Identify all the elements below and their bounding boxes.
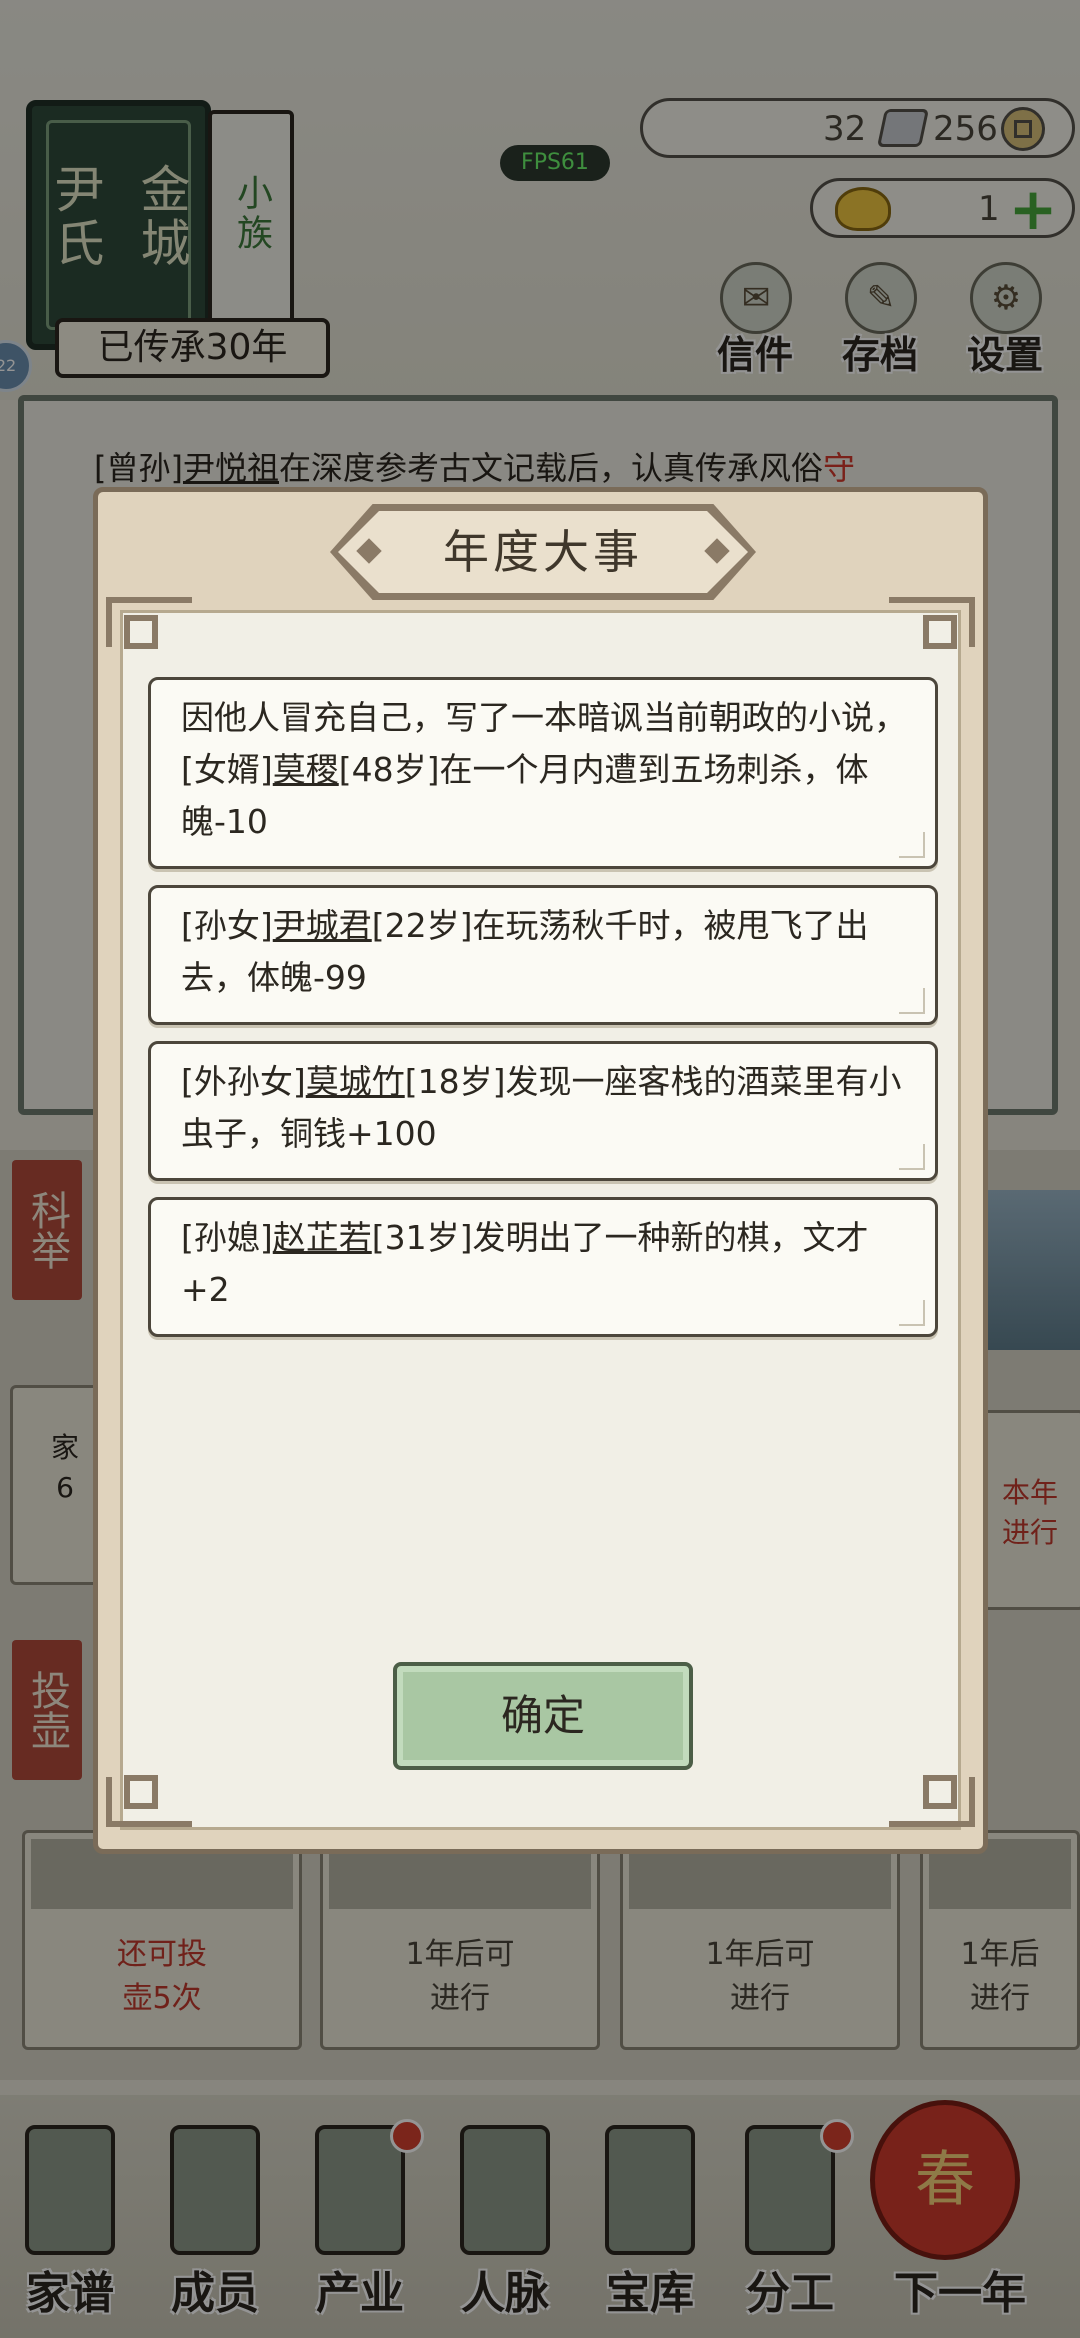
corner-ornament-icon <box>106 597 198 653</box>
event-person-link[interactable]: 莫城竹 <box>306 1062 405 1101</box>
event-person-link[interactable]: 莫稷 <box>273 750 339 789</box>
event-person-link[interactable]: 尹城君 <box>273 906 372 945</box>
corner-ornament-icon <box>883 1771 975 1827</box>
annual-events-dialog: 年度大事 因他人冒充自己，写了一本暗讽当前朝政的小说，[女婿]莫稷[48岁]在一… <box>93 487 988 1854</box>
dialog-title: 年度大事 <box>443 525 643 579</box>
corner-ornament-icon <box>883 597 975 653</box>
event-list: 因他人冒充自己，写了一本暗讽当前朝政的小说，[女婿]莫稷[48岁]在一个月内遭到… <box>148 677 943 1353</box>
event-card: [孙媳]赵芷若[31岁]发明出了一种新的棋，文才+2 <box>148 1197 938 1337</box>
event-card: [外孙女]莫城竹[18岁]发现一座客栈的酒菜里有小虫子，铜钱+100 <box>148 1041 938 1181</box>
event-card: 因他人冒充自己，写了一本暗讽当前朝政的小说，[女婿]莫稷[48岁]在一个月内遭到… <box>148 677 938 869</box>
confirm-button[interactable]: 确定 <box>393 1662 693 1770</box>
event-card: [孙女]尹城君[22岁]在玩荡秋千时，被甩飞了出去，体魄-99 <box>148 885 938 1025</box>
corner-ornament-icon <box>106 1771 198 1827</box>
event-person-link[interactable]: 赵芷若 <box>273 1218 372 1257</box>
